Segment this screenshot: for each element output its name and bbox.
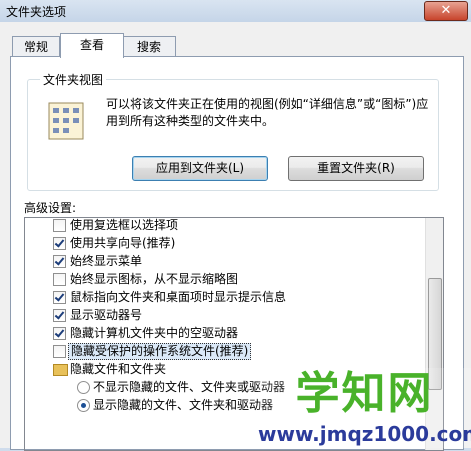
close-button[interactable]: ✕ xyxy=(424,1,468,21)
tab-general[interactable]: 常规 xyxy=(12,36,60,57)
site-watermark: 学知网 www.jmqz1000.com xyxy=(258,368,471,448)
checkbox[interactable] xyxy=(53,273,66,286)
checkbox[interactable] xyxy=(53,255,66,268)
checkbox[interactable] xyxy=(53,327,66,340)
list-item-label: 隐藏计算机文件夹中的空驱动器 xyxy=(70,326,239,340)
list-item-always-show-icons[interactable]: 始终显示图标，从不显示缩略图 xyxy=(25,270,425,288)
checkbox[interactable] xyxy=(53,291,66,304)
list-item-show-tooltips[interactable]: 鼠标指向文件夹和桌面项时显示提示信息 xyxy=(25,288,425,306)
title-bar: 文件夹选项 ✕ xyxy=(0,0,471,22)
folder-view-description: 可以将该文件夹正在使用的视图(例如“详细信息”或“图标”)应用到所有这种类型的文… xyxy=(106,97,429,128)
tab-search-label: 搜索 xyxy=(136,40,161,54)
list-item-label: 始终显示图标，从不显示缩略图 xyxy=(70,272,239,286)
list-item-always-show-menus[interactable]: 始终显示菜单 xyxy=(25,252,425,270)
checkbox[interactable] xyxy=(53,345,66,358)
list-item-label: 隐藏文件和文件夹 xyxy=(70,362,167,376)
folder-icon xyxy=(53,364,68,376)
list-item-label: 显示驱动器号 xyxy=(70,308,143,322)
apply-to-folders-button[interactable]: 应用到文件夹(L) xyxy=(132,156,268,181)
close-icon: ✕ xyxy=(440,3,452,18)
tab-view[interactable]: 查看 xyxy=(60,33,124,58)
list-item-label: 使用复选框以选择项 xyxy=(70,218,179,232)
tab-general-label: 常规 xyxy=(23,40,48,54)
list-item-hide-empty-drives[interactable]: 隐藏计算机文件夹中的空驱动器 xyxy=(25,324,425,342)
list-item-label: 使用共享向导(推荐) xyxy=(70,236,176,250)
watermark-title: 学知网 xyxy=(295,368,434,419)
window-title: 文件夹选项 xyxy=(6,5,67,19)
checkbox[interactable] xyxy=(53,219,66,232)
list-item-hide-protected-os-files[interactable]: 隐藏受保护的操作系统文件(推荐) xyxy=(25,342,425,360)
list-item-show-drive-letters[interactable]: 显示驱动器号 xyxy=(25,306,425,324)
advanced-settings-label: 高级设置: xyxy=(24,201,77,215)
list-item-label: 始终显示菜单 xyxy=(70,254,143,268)
folder-view-group: 文件夹视图 可以将该文件夹正在使用的视图(例如“详细信息”或“图标”)应用到所有… xyxy=(27,71,439,191)
checkbox[interactable] xyxy=(53,309,66,322)
radio-button[interactable] xyxy=(77,399,90,412)
list-item-label: 不显示隐藏的文件、文件夹或驱动器 xyxy=(93,380,286,394)
watermark-url: www.jmqz1000.com xyxy=(258,422,471,446)
reset-folders-button[interactable]: 重置文件夹(R) xyxy=(288,156,424,181)
radio-button[interactable] xyxy=(77,381,90,394)
folder-view-label: 文件夹视图 xyxy=(40,71,107,88)
list-item-sharing-wizard[interactable]: 使用共享向导(推荐) xyxy=(25,234,425,252)
tab-view-label: 查看 xyxy=(79,38,104,52)
folder-view-icon xyxy=(48,102,84,140)
list-item-checkbox-select[interactable]: 使用复选框以选择项 xyxy=(25,218,425,234)
tab-search[interactable]: 搜索 xyxy=(122,36,176,57)
list-item-label: 隐藏受保护的操作系统文件(推荐) xyxy=(68,343,252,360)
list-item-label: 显示隐藏的文件、文件夹和驱动器 xyxy=(93,398,274,412)
list-item-label: 鼠标指向文件夹和桌面项时显示提示信息 xyxy=(70,290,287,304)
checkbox[interactable] xyxy=(53,237,66,250)
